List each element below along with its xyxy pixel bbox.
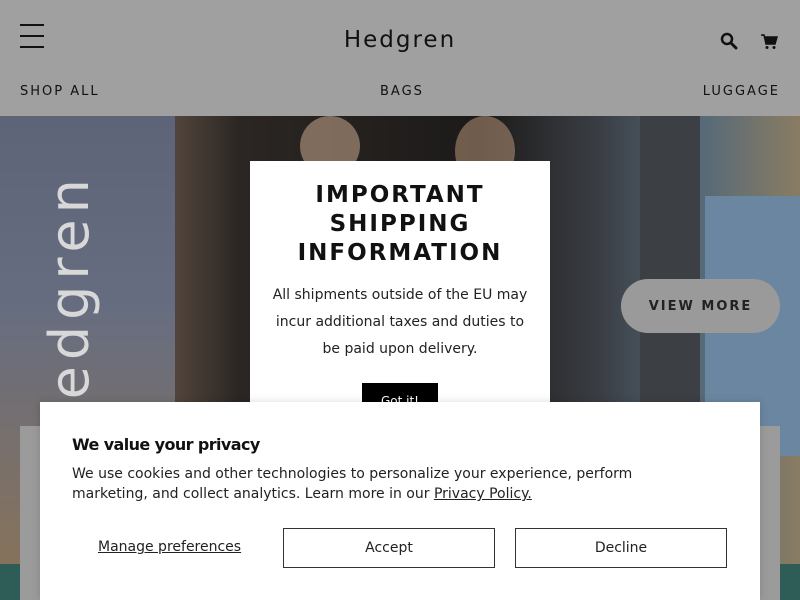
cookie-banner: We value your privacy We use cookies and… [40,402,760,600]
site-logo[interactable]: Hedgren [0,27,800,53]
site-header: Hedgren SHOP ALL BAGS LUGGAGE [0,0,800,116]
hero-vertical-logo: Hedgren [38,173,101,446]
accept-button[interactable]: Accept [283,528,495,568]
privacy-policy-link[interactable]: Privacy Policy. [434,486,532,502]
decline-button[interactable]: Decline [515,528,727,568]
nav-bags[interactable]: BAGS [380,84,424,99]
cart-icon[interactable] [760,32,778,50]
cookie-banner-title: We value your privacy [72,435,260,454]
shipping-info-modal: IMPORTANT SHIPPING INFORMATION All shipm… [250,161,550,421]
cookie-banner-text: We use cookies and other technologies to… [72,464,712,504]
nav-luggage[interactable]: LUGGAGE [703,84,780,99]
manage-preferences-link[interactable]: Manage preferences [98,539,241,555]
main-nav: SHOP ALL BAGS LUGGAGE [0,84,800,104]
hero-accent [0,564,20,600]
hero-accent [780,564,800,600]
search-icon[interactable] [720,32,738,50]
view-more-button[interactable]: VIEW MORE [621,279,780,333]
cookie-banner-body: We use cookies and other technologies to… [72,466,633,502]
nav-shop-all[interactable]: SHOP ALL [20,84,100,99]
shipping-modal-title: IMPORTANT SHIPPING INFORMATION [297,182,503,266]
shipping-modal-text: All shipments outside of the EU may incu… [272,287,528,357]
